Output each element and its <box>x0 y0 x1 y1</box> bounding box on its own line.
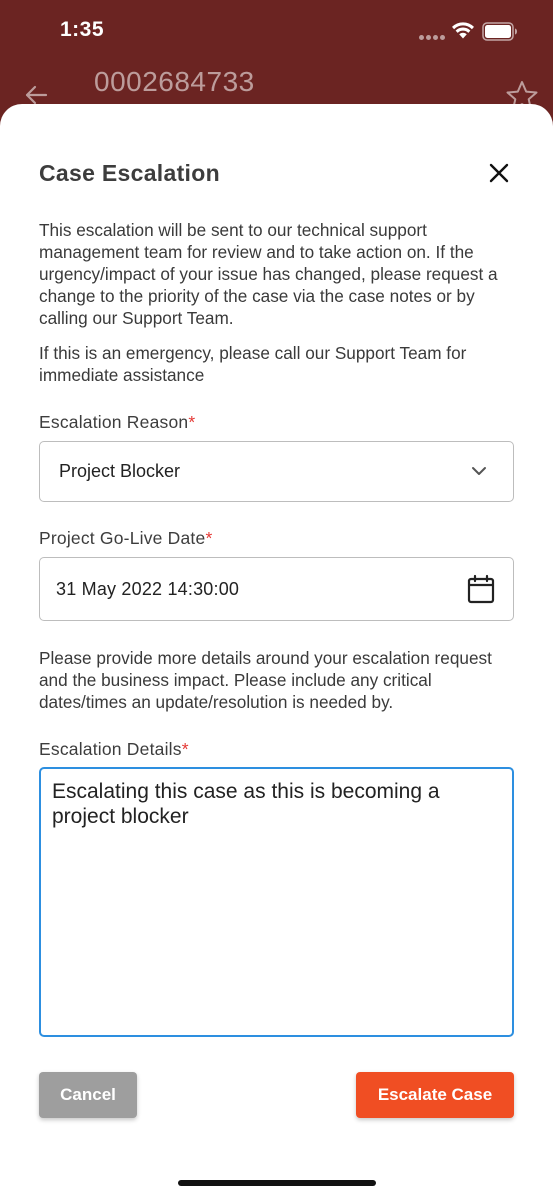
screen: 1:35 0002684733 Case Escalation This esc… <box>0 0 553 1196</box>
escalation-reason-label-text: Escalation Reason <box>39 412 189 432</box>
details-instructions: Please provide more details around your … <box>39 648 492 712</box>
intro-paragraph: This escalation will be sent to our tech… <box>39 220 498 328</box>
go-live-date-field[interactable]: 31 May 2022 14:30:00 <box>39 557 514 621</box>
required-mark: * <box>205 528 213 548</box>
status-bar: 1:35 <box>0 0 553 62</box>
go-live-date-label-text: Project Go-Live Date <box>39 528 206 548</box>
escalation-details-label-text: Escalation Details <box>39 739 182 759</box>
modal-title: Case Escalation <box>39 160 220 186</box>
cancel-button[interactable]: Cancel <box>39 1072 137 1118</box>
go-live-date-value: 31 May 2022 14:30:00 <box>56 579 240 599</box>
escalation-reason-value: Project Blocker <box>59 461 181 481</box>
close-icon[interactable] <box>484 158 514 188</box>
status-time: 1:35 <box>60 18 105 41</box>
battery-icon <box>482 22 517 41</box>
go-live-date-label: Project Go-Live Date* <box>39 528 212 549</box>
escalation-reason-select[interactable]: Project Blocker <box>39 441 514 502</box>
escalation-reason-label: Escalation Reason* <box>39 412 195 433</box>
escalate-case-button[interactable]: Escalate Case <box>356 1072 514 1118</box>
case-number: 0002684733 <box>94 66 255 97</box>
home-indicator <box>178 1180 376 1186</box>
chevron-down-icon <box>472 467 486 475</box>
escalation-details-textarea[interactable]: Escalating this case as this is becoming… <box>39 767 514 1037</box>
required-mark: * <box>181 739 189 759</box>
required-mark: * <box>188 412 196 432</box>
back-arrow-icon[interactable] <box>24 84 48 106</box>
escalation-details-label: Escalation Details* <box>39 739 189 760</box>
wifi-icon <box>452 22 474 39</box>
cellular-signal-icon <box>419 35 445 40</box>
emergency-paragraph: If this is an emergency, please call our… <box>39 343 467 385</box>
case-escalation-modal: Case Escalation This escalation will be … <box>0 104 553 1196</box>
calendar-icon[interactable] <box>467 574 495 604</box>
